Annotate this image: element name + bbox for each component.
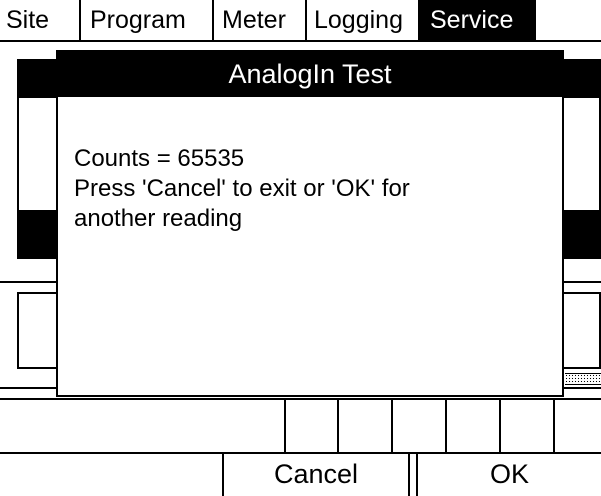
cell-divider <box>499 398 501 453</box>
menu-meter[interactable]: Meter <box>216 0 292 40</box>
cell-divider <box>337 398 339 453</box>
menu-site[interactable]: Site <box>0 0 55 40</box>
key-divider <box>408 452 410 496</box>
divider <box>0 398 601 400</box>
ok-button[interactable]: OK <box>418 453 601 496</box>
cell-divider <box>391 398 393 453</box>
cell-divider <box>284 398 286 453</box>
dialog-title: AnalogIn Test <box>58 52 562 97</box>
cell-divider <box>445 398 447 453</box>
cell-divider <box>553 398 555 453</box>
dialog-body: Counts = 65535 Press 'Cancel' to exit or… <box>74 144 552 234</box>
scrollbar[interactable] <box>565 373 601 385</box>
counts-readout: Counts = 65535 <box>74 145 245 172</box>
menu-divider <box>79 0 81 40</box>
menu-divider <box>212 0 214 40</box>
analogin-test-dialog: AnalogIn Test Counts = 65535 Press 'Canc… <box>56 50 564 397</box>
cancel-button[interactable]: Cancel <box>224 453 408 496</box>
menu-program[interactable]: Program <box>84 0 192 40</box>
menu-logging[interactable]: Logging <box>308 0 409 40</box>
menu-service[interactable]: Service <box>418 0 536 40</box>
instruction-text: Press 'Cancel' to exit or 'OK' for <box>74 175 410 202</box>
menu-bar: Site Program Meter Logging Service <box>0 0 601 42</box>
menu-divider <box>305 0 307 40</box>
instrument-screen: Site Program Meter Logging Service Cance… <box>0 0 601 496</box>
instruction-text: another reading <box>74 205 243 232</box>
